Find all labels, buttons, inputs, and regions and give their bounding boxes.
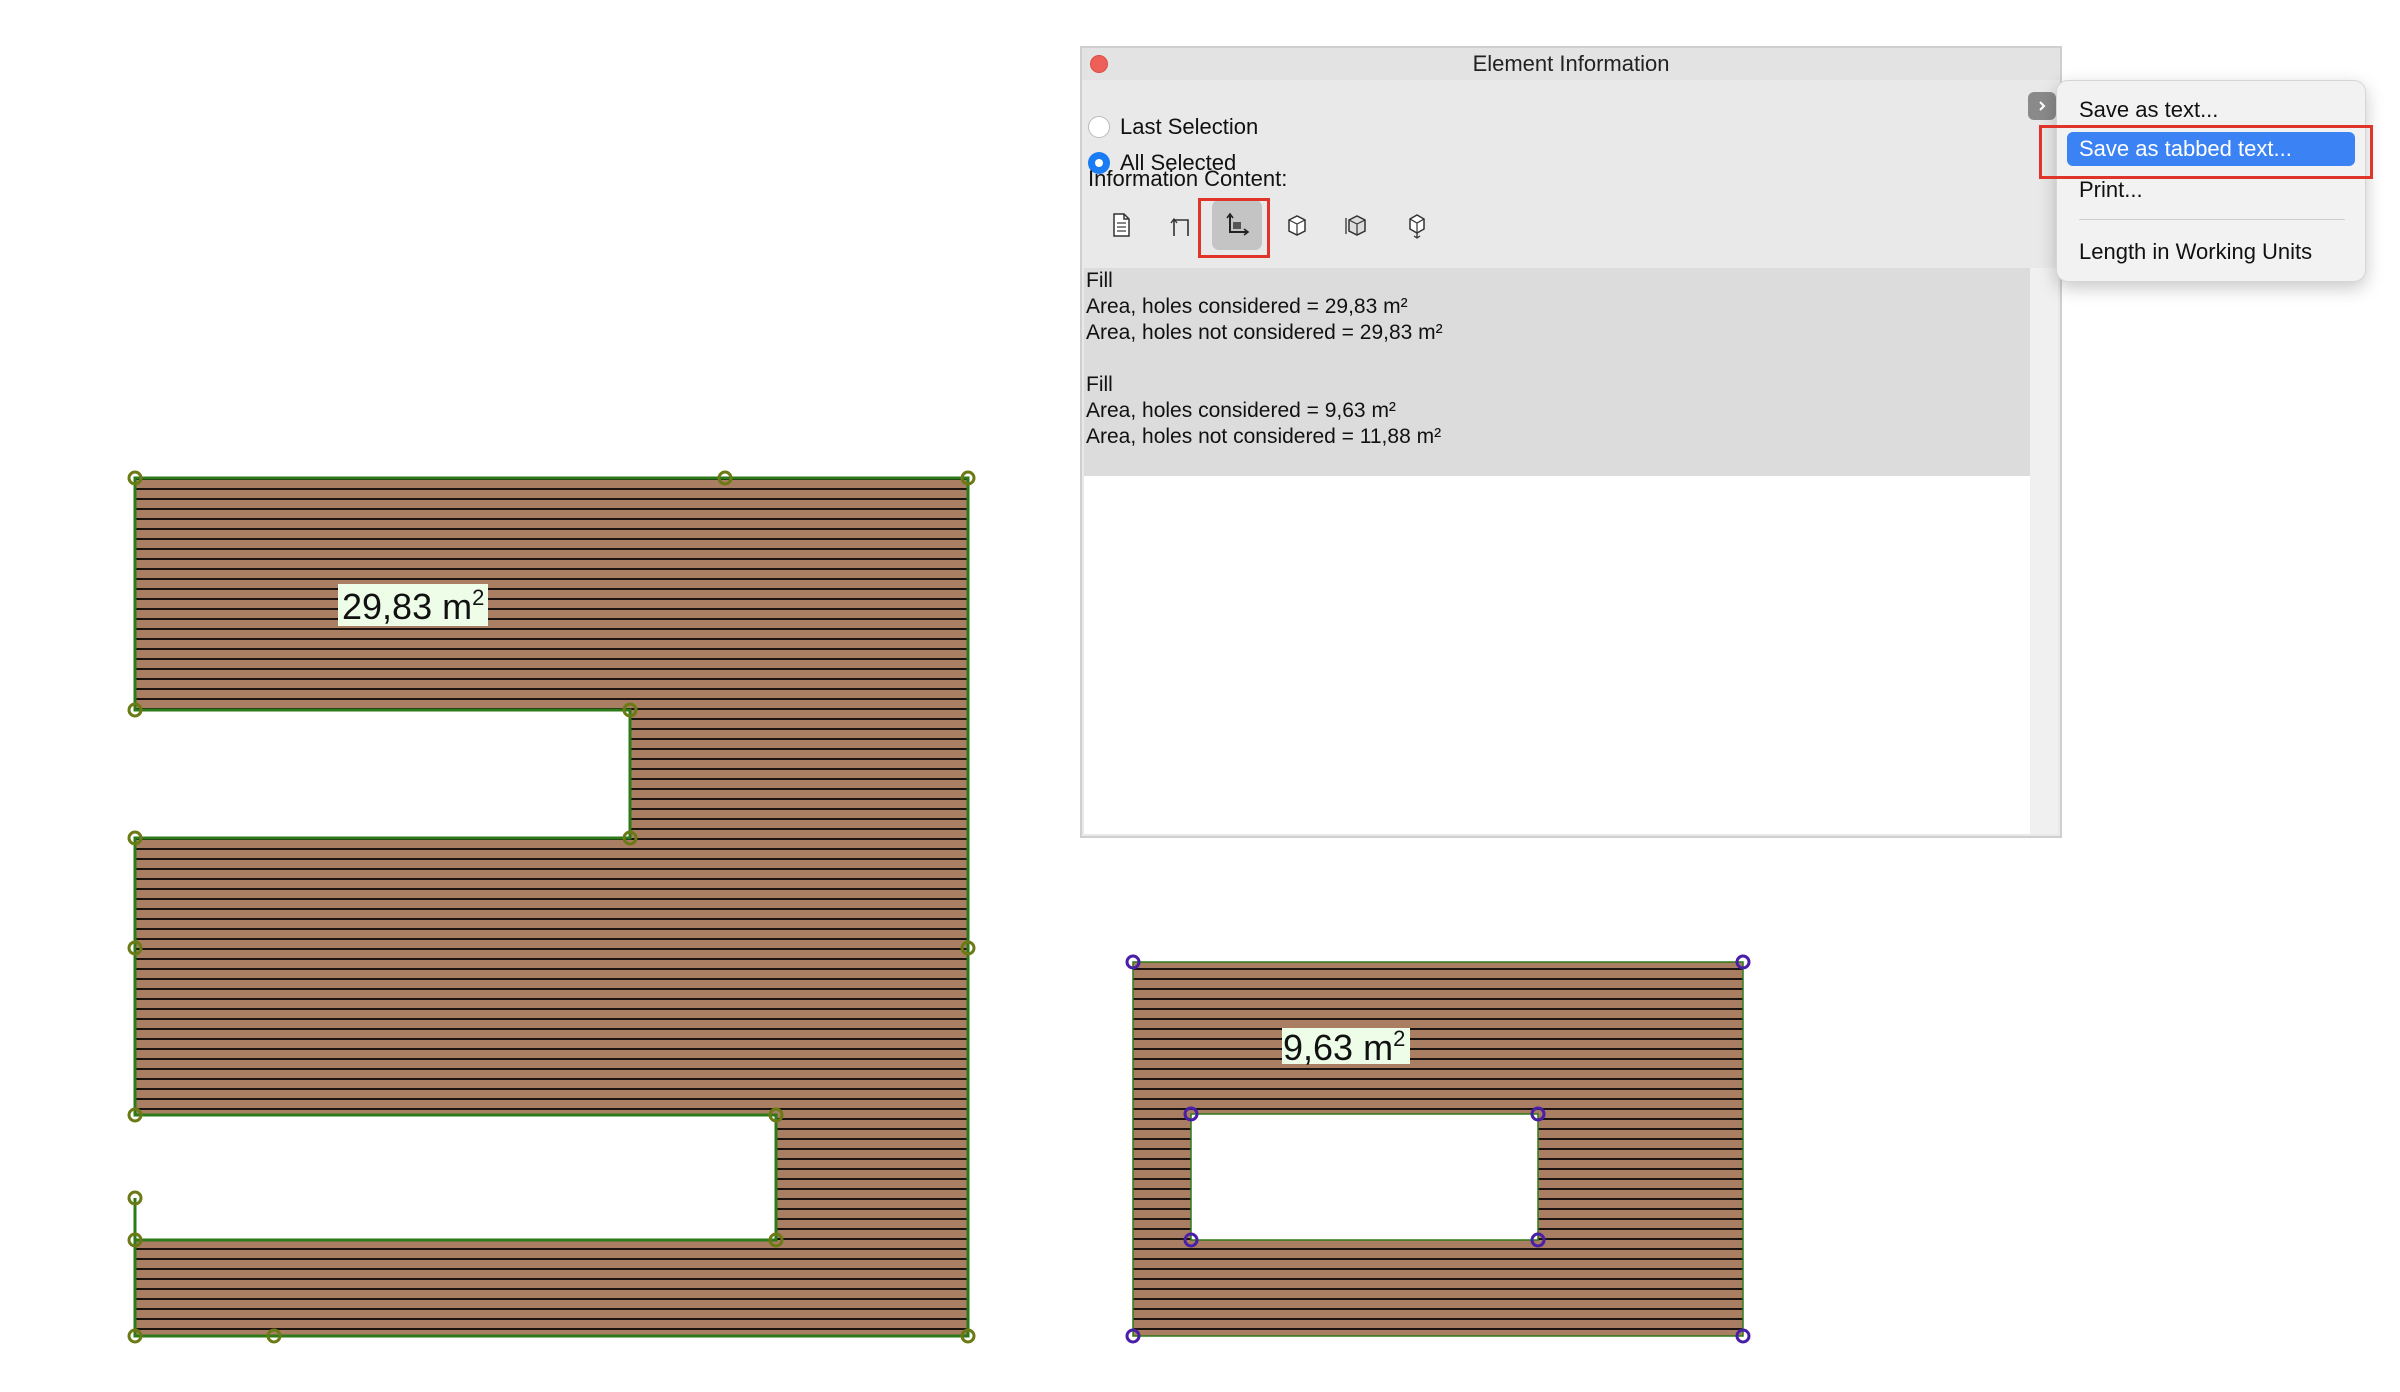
chevron-right-icon[interactable] — [2028, 92, 2056, 120]
scrollbar[interactable] — [2030, 268, 2058, 834]
menu-item-length-in-working-units[interactable]: Length in Working Units — [2057, 235, 2365, 269]
fill-1[interactable] — [133, 476, 970, 1338]
results-list[interactable]: Fill Area, holes considered = 29,83 m² A… — [1084, 268, 2030, 834]
fill-1-area-label: 29,83 m2 — [342, 585, 484, 627]
result-type: Fill — [1086, 373, 1113, 396]
result-type: Fill — [1086, 269, 1113, 292]
context-menu: Save as text... Save as tabbed text... P… — [2056, 80, 2366, 282]
radio-label: Last Selection — [1120, 114, 1259, 139]
information-content-label: Information Content: — [1088, 166, 1288, 191]
panel-title: Element Information — [1472, 51, 1670, 76]
panel-titlebar[interactable]: Element Information — [1082, 48, 2060, 80]
fill-2-area-label: 9,63 m2 — [1283, 1026, 1405, 1068]
result-item[interactable]: Fill Area, holes considered = 29,83 m² A… — [1086, 268, 1443, 346]
element-information-panel: Element Information Last Selection All S… — [1080, 46, 2062, 838]
volume-icon[interactable] — [1332, 200, 1382, 250]
result-item[interactable]: Fill Area, holes considered = 9,63 m² Ar… — [1086, 372, 1441, 450]
weight-icon[interactable] — [1392, 200, 1442, 250]
menu-item-save-as-text[interactable]: Save as text... — [2057, 93, 2365, 127]
menu-item-highlight — [2039, 125, 2373, 179]
area-tool-highlight — [1198, 198, 1270, 258]
radio-last-selection[interactable]: Last Selection — [1088, 112, 1258, 142]
result-area-holes-considered: Area, holes considered = 29,83 m² — [1086, 295, 1408, 318]
result-area-holes-not-considered: Area, holes not considered = 29,83 m² — [1086, 321, 1443, 344]
result-area-holes-considered: Area, holes considered = 9,63 m² — [1086, 399, 1396, 422]
fill-2[interactable] — [1132, 961, 1744, 1337]
menu-separator — [2079, 219, 2345, 220]
surface-icon[interactable] — [1272, 200, 1322, 250]
radio-button[interactable] — [1088, 116, 1110, 138]
result-area-holes-not-considered: Area, holes not considered = 11,88 m² — [1086, 425, 1442, 448]
document-icon[interactable] — [1096, 200, 1146, 250]
